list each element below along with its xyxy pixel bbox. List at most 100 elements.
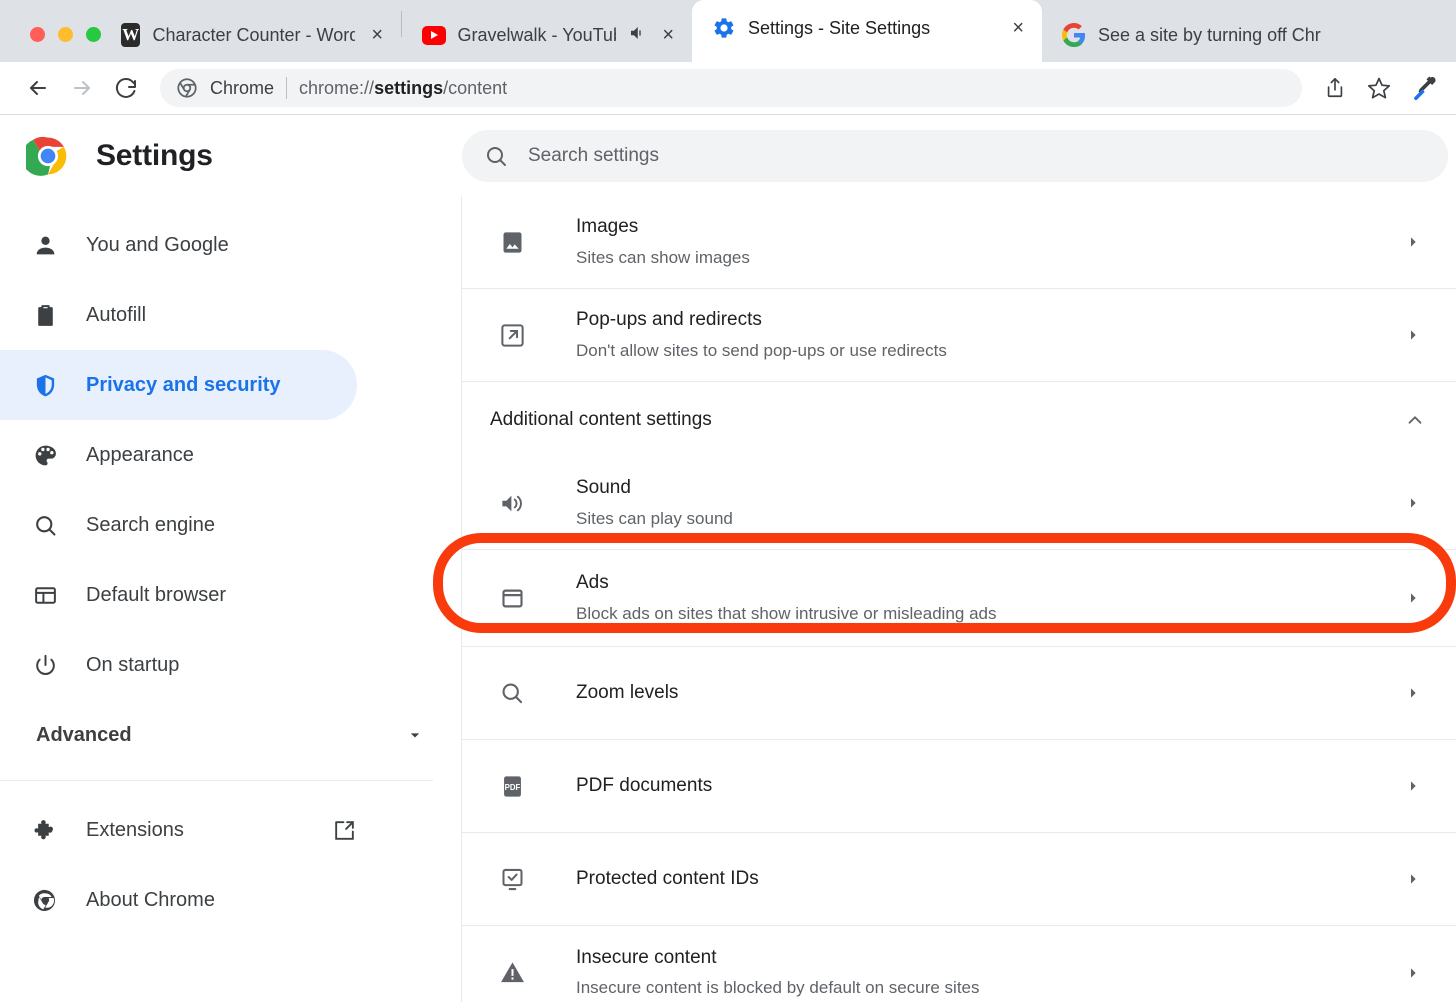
tab-close-button[interactable]: ×: [367, 23, 387, 47]
sidebar-item-default-browser[interactable]: Default browser: [0, 560, 357, 630]
sidebar-item-label: Appearance: [86, 444, 194, 467]
settings-sidebar: You and Google Autofill Privacy and secu…: [0, 196, 462, 1002]
wordcounter-w-icon: W: [121, 23, 140, 47]
sidebar-item-advanced[interactable]: Advanced: [0, 700, 461, 770]
palette-icon: [32, 442, 58, 468]
tab-close-button[interactable]: ×: [658, 23, 678, 47]
sidebar-item-appearance[interactable]: Appearance: [0, 420, 357, 490]
settings-header: Settings Search settings: [0, 115, 1456, 196]
warning-icon: [490, 959, 534, 986]
sidebar-item-you-and-google[interactable]: You and Google: [0, 210, 357, 280]
popup-icon: [490, 322, 534, 349]
row-zoom-levels[interactable]: Zoom levels: [462, 647, 1456, 740]
row-images[interactable]: Images Sites can show images: [462, 196, 1456, 289]
reload-button[interactable]: [106, 68, 146, 108]
tab-title: Settings - Site Settings: [748, 18, 930, 39]
row-text: Images Sites can show images: [534, 213, 1398, 271]
toolbar-actions: [1316, 69, 1442, 107]
tab-youtube[interactable]: Gravelwalk - YouTube ×: [402, 8, 692, 62]
tab-list: W Character Counter - WordCoun × Gravelw…: [101, 0, 1456, 62]
clipboard-icon: [32, 302, 58, 328]
chevron-right-icon[interactable]: [1398, 871, 1428, 887]
chrome-icon: [32, 887, 58, 913]
tab-wordcounter[interactable]: W Character Counter - WordCoun ×: [101, 8, 401, 62]
sidebar-item-label: You and Google: [86, 234, 229, 257]
power-icon: [32, 652, 58, 678]
tab-google-search[interactable]: See a site by turning off Chr: [1042, 8, 1456, 62]
browser-toolbar: Chrome chrome://settings/content: [0, 62, 1456, 115]
advanced-label: Advanced: [36, 724, 132, 747]
chevron-right-icon[interactable]: [1398, 965, 1428, 981]
tab-settings[interactable]: Settings - Site Settings ×: [692, 0, 1042, 62]
google-g-icon: [1062, 23, 1086, 47]
row-pdf-documents[interactable]: PDF PDF documents: [462, 740, 1456, 833]
chevron-right-icon[interactable]: [1398, 234, 1428, 250]
sidebar-item-extensions[interactable]: Extensions: [0, 795, 357, 865]
section-title: Additional content settings: [490, 409, 712, 431]
chevron-right-icon[interactable]: [1398, 590, 1428, 606]
row-title: Pop-ups and redirects: [576, 306, 1398, 334]
eyedropper-icon[interactable]: [1404, 69, 1442, 107]
url-prefix: chrome://: [299, 78, 374, 98]
row-title: PDF documents: [576, 772, 1398, 800]
sidebar-item-label: About Chrome: [86, 889, 215, 912]
search-icon: [484, 144, 508, 168]
window-minimize-button[interactable]: [58, 27, 73, 42]
sidebar-item-privacy-and-security[interactable]: Privacy and security: [0, 350, 357, 420]
sidebar-divider: [0, 780, 433, 781]
chevron-right-icon[interactable]: [1398, 685, 1428, 701]
url-text: chrome://settings/content: [299, 78, 507, 99]
forward-button[interactable]: [62, 68, 102, 108]
chevron-up-icon[interactable]: [1404, 409, 1426, 431]
row-title: Insecure content: [576, 944, 1398, 972]
volume-icon: [490, 490, 534, 517]
row-protected-content-ids[interactable]: Protected content IDs: [462, 833, 1456, 926]
shield-icon: [32, 372, 58, 398]
address-bar[interactable]: Chrome chrome://settings/content: [160, 69, 1302, 107]
chevron-down-icon: [405, 725, 425, 745]
page-title: Settings: [96, 139, 213, 173]
search-input[interactable]: Search settings: [462, 130, 1448, 182]
tab-title: Gravelwalk - YouTube: [458, 25, 617, 46]
window-close-button[interactable]: [30, 27, 45, 42]
window-maximize-button[interactable]: [86, 27, 101, 42]
row-subtitle: Don't allow sites to send pop-ups or use…: [576, 337, 1398, 364]
sidebar-item-label: Default browser: [86, 584, 226, 607]
ads-icon: [490, 585, 534, 612]
sidebar-item-on-startup[interactable]: On startup: [0, 630, 357, 700]
row-title: Sound: [576, 474, 1398, 502]
content-settings-list: Images Sites can show images Pop-ups and…: [462, 196, 1456, 1002]
image-icon: [490, 229, 534, 256]
sidebar-item-search-engine[interactable]: Search engine: [0, 490, 357, 560]
settings-brand: Settings: [0, 134, 462, 178]
sidebar-item-autofill[interactable]: Autofill: [0, 280, 357, 350]
pdf-icon: PDF: [490, 773, 534, 800]
chrome-logo: [26, 134, 70, 178]
back-button[interactable]: [18, 68, 58, 108]
sidebar-item-about-chrome[interactable]: About Chrome: [0, 865, 357, 935]
external-link-icon: [332, 818, 357, 843]
row-ads[interactable]: Ads Block ads on sites that show intrusi…: [462, 550, 1456, 647]
row-text: Ads Block ads on sites that show intrusi…: [534, 569, 1398, 627]
chevron-right-icon[interactable]: [1398, 495, 1428, 511]
search-icon: [490, 680, 534, 706]
row-popups-and-redirects[interactable]: Pop-ups and redirects Don't allow sites …: [462, 289, 1456, 382]
search-placeholder: Search settings: [528, 145, 659, 167]
section-additional-content-settings[interactable]: Additional content settings: [462, 382, 1456, 457]
row-text: Zoom levels: [534, 679, 1398, 707]
url-bold: settings: [374, 78, 443, 98]
chevron-right-icon[interactable]: [1398, 778, 1428, 794]
chevron-right-icon[interactable]: [1398, 327, 1428, 343]
puzzle-icon: [32, 817, 58, 843]
share-icon[interactable]: [1316, 69, 1354, 107]
tab-close-button[interactable]: ×: [1008, 16, 1028, 40]
star-icon[interactable]: [1360, 69, 1398, 107]
row-title: Zoom levels: [576, 679, 1398, 707]
row-insecure-content[interactable]: Insecure content Insecure content is blo…: [462, 926, 1456, 1002]
sidebar-item-label: Autofill: [86, 304, 146, 327]
speaker-icon[interactable]: [628, 24, 646, 46]
tab-strip: W Character Counter - WordCoun × Gravelw…: [0, 0, 1456, 62]
row-sound[interactable]: Sound Sites can play sound: [462, 457, 1456, 550]
browser-window-icon: [32, 582, 58, 608]
tab-title: Character Counter - WordCoun: [152, 25, 355, 46]
